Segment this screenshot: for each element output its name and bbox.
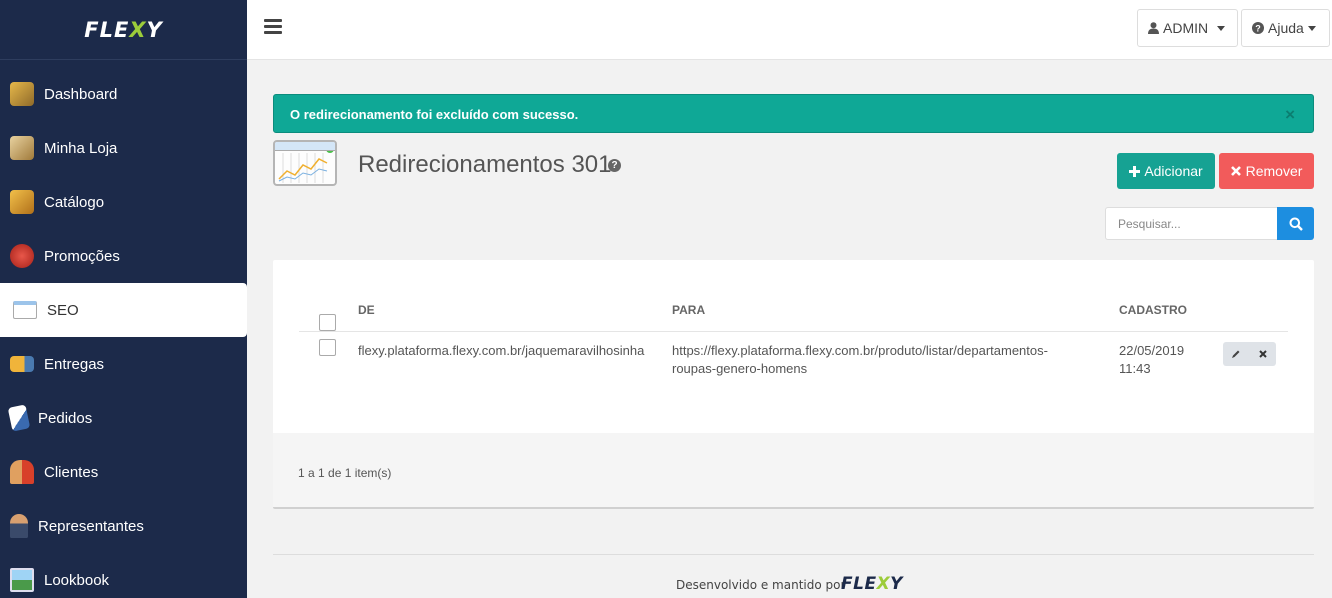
- sidebar-item-label: Representantes: [38, 517, 144, 535]
- sidebar-item-pedidos[interactable]: Pedidos: [0, 391, 247, 445]
- dashboard-icon: [10, 82, 34, 106]
- catalog-box-icon: [10, 190, 34, 214]
- column-header-cadastro[interactable]: CADASTRO: [1119, 303, 1187, 317]
- close-x-icon: [1230, 166, 1241, 176]
- clients-people-icon: [10, 460, 34, 484]
- select-all-checkbox[interactable]: [319, 314, 336, 331]
- header-divider: [299, 331, 1288, 332]
- svg-text:?: ?: [1255, 24, 1261, 34]
- pencil-icon: [1232, 350, 1240, 358]
- sidebar-item-label: Entregas: [44, 355, 105, 373]
- representative-person-icon: [10, 514, 28, 538]
- sidebar-item-seo[interactable]: SEO: [0, 283, 247, 337]
- add-button[interactable]: Adicionar: [1117, 153, 1215, 189]
- sidebar-item-lookbook[interactable]: Lookbook: [0, 553, 247, 598]
- orders-document-icon: [7, 404, 31, 432]
- column-header-para[interactable]: PARA: [672, 303, 705, 317]
- help-icon[interactable]: ?: [608, 159, 621, 172]
- help-menu-label: Ajuda: [1268, 20, 1304, 36]
- row-actions: [1223, 342, 1276, 366]
- footer-credit: Desenvolvido e mantido por: [676, 578, 846, 592]
- sidebar-item-label: Minha Loja: [44, 139, 118, 157]
- user-icon: [1148, 22, 1159, 34]
- sidebar-item-dashboard[interactable]: Dashboard: [0, 67, 247, 121]
- question-circle-icon: ?: [1252, 22, 1264, 34]
- row-checkbox[interactable]: [319, 339, 336, 356]
- success-alert: O redirecionamento foi excluído com suce…: [273, 94, 1314, 133]
- promotion-percent-icon: [10, 244, 34, 268]
- sidebar-item-label: Lookbook: [44, 571, 110, 589]
- sidebar-item-entregas[interactable]: Entregas: [0, 337, 247, 391]
- user-menu-label: ADMIN: [1163, 20, 1209, 36]
- seo-chart-icon: [13, 301, 37, 319]
- sidebar-item-label: Catálogo: [44, 193, 105, 211]
- store-icon: [10, 136, 34, 160]
- chevron-down-icon: [1307, 25, 1316, 31]
- search-input[interactable]: [1105, 207, 1278, 240]
- sidebar: FLEXY Dashboard Minha Loja Catálogo Prom…: [0, 0, 247, 598]
- chevron-down-icon: [1217, 25, 1226, 31]
- edit-button[interactable]: [1223, 342, 1250, 366]
- row-de-cell: flexy.plataforma.flexy.com.br/jaquemarav…: [358, 343, 645, 358]
- search-icon: [1289, 217, 1303, 231]
- sidebar-item-promocoes[interactable]: Promoções: [0, 229, 247, 283]
- sidebar-item-minha-loja[interactable]: Minha Loja: [0, 121, 247, 175]
- sidebar-item-label: Promoções: [44, 247, 120, 265]
- table-footer: [273, 433, 1314, 507]
- alert-message: O redirecionamento foi excluído com suce…: [290, 107, 579, 122]
- help-menu-button[interactable]: ? Ajuda: [1241, 9, 1330, 47]
- lookbook-image-icon: [10, 568, 34, 592]
- search-button[interactable]: [1277, 207, 1314, 240]
- delete-button[interactable]: [1250, 342, 1277, 366]
- plus-icon: [1129, 165, 1141, 177]
- sidebar-item-catalogo[interactable]: Catálogo: [0, 175, 247, 229]
- row-cadastro-cell: 22/05/2019 11:43: [1119, 343, 1185, 376]
- close-icon[interactable]: ×: [1285, 105, 1295, 125]
- footer-divider: [273, 554, 1314, 555]
- hamburger-menu-icon[interactable]: [264, 19, 282, 34]
- pagination-info: 1 a 1 de 1 item(s): [298, 466, 392, 480]
- sidebar-item-representantes[interactable]: Representantes: [0, 499, 247, 553]
- redirects-table-panel: DE PARA CADASTRO flexy.plataforma.flexy.…: [273, 260, 1314, 509]
- remove-button-label: Remover: [1245, 163, 1303, 179]
- row-para-cell: https://flexy.plataforma.flexy.com.br/pr…: [672, 343, 1048, 376]
- sidebar-item-label: SEO: [47, 301, 79, 319]
- sidebar-item-clientes[interactable]: Clientes: [0, 445, 247, 499]
- topbar: ADMIN ? Ajuda: [247, 0, 1332, 60]
- sidebar-item-label: Pedidos: [38, 409, 93, 427]
- remove-button[interactable]: Remover: [1219, 153, 1314, 189]
- column-header-de[interactable]: DE: [358, 303, 375, 317]
- sidebar-menu: Dashboard Minha Loja Catálogo Promoções …: [0, 67, 247, 598]
- flexy-logo[interactable]: FLEXY: [84, 18, 163, 42]
- add-button-label: Adicionar: [1144, 163, 1203, 179]
- footer-flexy-logo[interactable]: FLEXY: [841, 574, 903, 594]
- sidebar-item-label: Dashboard: [44, 85, 118, 103]
- seo-page-icon: [273, 140, 337, 186]
- sidebar-item-label: Clientes: [44, 463, 99, 481]
- logo-area: FLEXY: [0, 0, 247, 60]
- page-title: Redirecionamentos 301: [358, 151, 612, 178]
- delete-x-icon: [1259, 350, 1267, 358]
- user-menu-button[interactable]: ADMIN: [1137, 9, 1238, 47]
- delivery-truck-icon: [10, 356, 34, 372]
